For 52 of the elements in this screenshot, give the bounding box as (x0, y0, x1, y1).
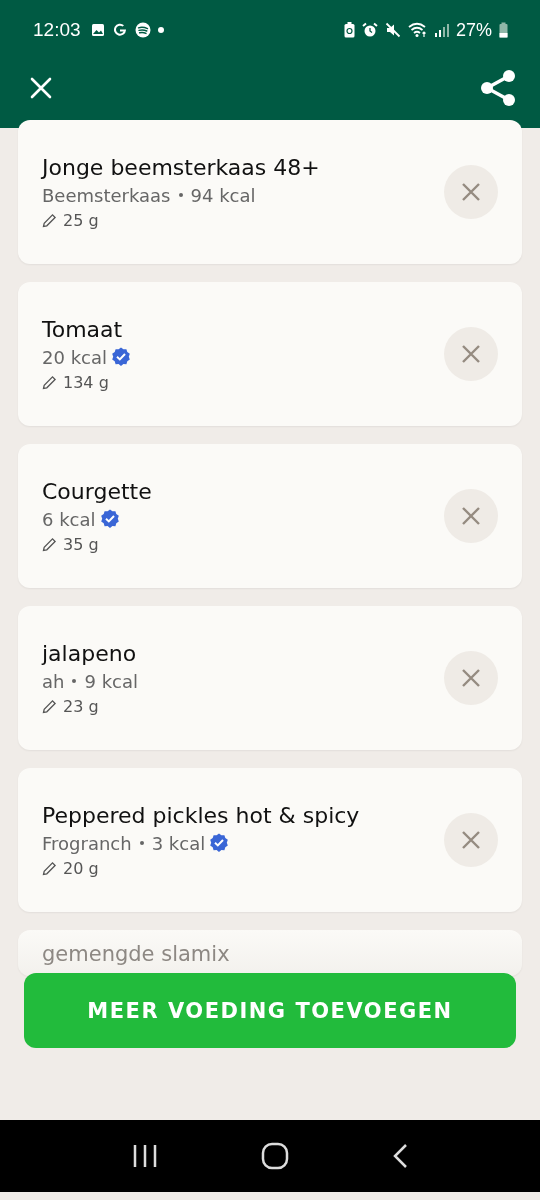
pencil-icon (42, 374, 57, 390)
food-name: gemengde slamix (42, 942, 230, 966)
separator-dot (72, 679, 77, 683)
close-icon (461, 344, 481, 364)
back-icon[interactable] (392, 1143, 409, 1169)
food-card[interactable]: Courgette 6 kcal 35 g (18, 444, 522, 588)
gallery-icon (90, 23, 105, 37)
separator-dot (178, 193, 183, 197)
mute-icon (384, 22, 401, 38)
pencil-icon (42, 698, 57, 714)
status-time: 12:03 (33, 19, 81, 41)
food-name: Courgette (42, 478, 152, 504)
pencil-icon (42, 212, 57, 228)
close-icon (461, 182, 481, 202)
food-card[interactable]: Tomaat 20 kcal 134 g (18, 282, 522, 426)
food-amount: 134 g (63, 372, 109, 392)
battery-icon (499, 22, 508, 38)
food-brand: ah (42, 670, 65, 692)
food-amount: 23 g (63, 696, 99, 716)
food-calories: 3 kcal (151, 832, 206, 854)
separator-dot (139, 841, 144, 845)
home-icon[interactable] (261, 1142, 289, 1170)
food-calories: 9 kcal (84, 670, 138, 692)
food-name: Tomaat (42, 316, 124, 342)
battery-percentage: 27% (455, 19, 492, 41)
food-name: jalapeno (42, 640, 138, 666)
food-calories: 94 kcal (190, 184, 256, 206)
close-icon (30, 77, 52, 99)
signal-icon (434, 23, 449, 37)
share-icon (480, 69, 516, 107)
food-card[interactable]: Jonge beemsterkaas 48+ Beemsterkaas 94 kcal 25 g (18, 120, 522, 264)
wifi-icon (407, 22, 428, 38)
food-calories: 20 kcal (42, 346, 107, 368)
food-calories: 6 kcal (42, 508, 96, 530)
battery-saver-icon (343, 22, 355, 38)
recent-apps-icon[interactable] (131, 1144, 158, 1168)
food-brand: Frogranch (42, 832, 132, 854)
pencil-icon (42, 536, 57, 552)
close-icon (461, 830, 481, 850)
food-name: Jonge beemsterkaas 48+ (42, 154, 320, 180)
close-icon (461, 506, 481, 526)
dot-icon (157, 27, 164, 33)
close-icon (461, 668, 481, 688)
food-name: Peppered pickles hot & spicy (42, 802, 360, 828)
pencil-icon (42, 860, 57, 876)
food-brand: Beemsterkaas (42, 184, 171, 206)
food-amount: 35 g (63, 534, 99, 554)
food-amount: 25 g (63, 210, 99, 230)
food-card[interactable]: Peppered pickles hot & spicy Frogranch 3 kcal 20 g (18, 768, 522, 912)
food-amount: 20 g (63, 858, 99, 878)
food-card[interactable]: jalapeno ah 9 kcal 23 g (18, 606, 522, 750)
alarm-icon (361, 22, 378, 38)
